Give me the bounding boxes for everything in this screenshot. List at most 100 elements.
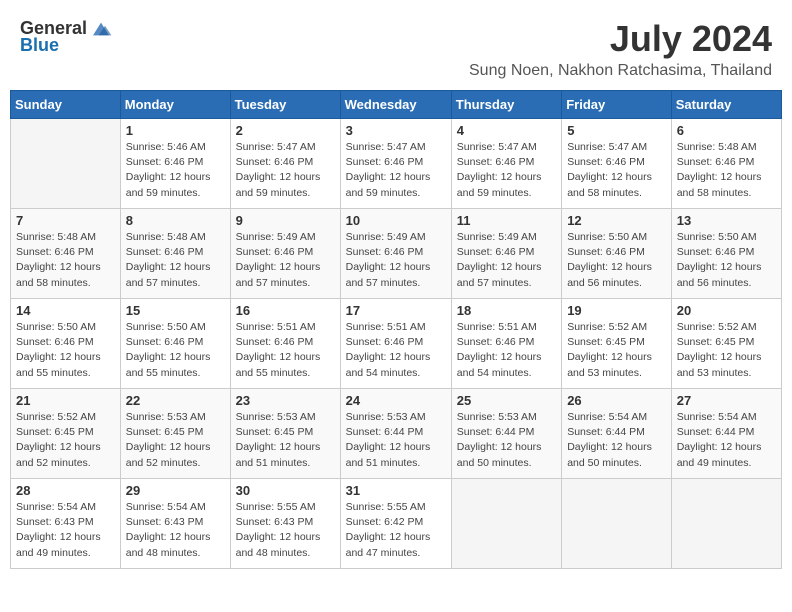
header-monday: Monday bbox=[120, 91, 230, 119]
day-info: Sunrise: 5:47 AMSunset: 6:46 PMDaylight:… bbox=[567, 140, 666, 201]
day-info: Sunrise: 5:50 AMSunset: 6:46 PMDaylight:… bbox=[126, 320, 225, 381]
day-info: Sunrise: 5:52 AMSunset: 6:45 PMDaylight:… bbox=[16, 410, 115, 471]
day-number: 4 bbox=[457, 123, 556, 138]
day-info: Sunrise: 5:54 AMSunset: 6:44 PMDaylight:… bbox=[677, 410, 776, 471]
day-number: 2 bbox=[236, 123, 335, 138]
day-info: Sunrise: 5:47 AMSunset: 6:46 PMDaylight:… bbox=[346, 140, 446, 201]
day-info: Sunrise: 5:49 AMSunset: 6:46 PMDaylight:… bbox=[457, 230, 556, 291]
day-number: 27 bbox=[677, 393, 776, 408]
calendar-cell: 3 Sunrise: 5:47 AMSunset: 6:46 PMDaylight… bbox=[340, 119, 451, 209]
calendar-cell: 23 Sunrise: 5:53 AMSunset: 6:45 PMDayligh… bbox=[230, 389, 340, 479]
month-year-title: July 2024 bbox=[469, 18, 772, 60]
day-number: 13 bbox=[677, 213, 776, 228]
day-number: 3 bbox=[346, 123, 446, 138]
day-info: Sunrise: 5:53 AMSunset: 6:45 PMDaylight:… bbox=[236, 410, 335, 471]
day-info: Sunrise: 5:51 AMSunset: 6:46 PMDaylight:… bbox=[346, 320, 446, 381]
calendar-cell: 21 Sunrise: 5:52 AMSunset: 6:45 PMDayligh… bbox=[11, 389, 121, 479]
day-number: 24 bbox=[346, 393, 446, 408]
day-info: Sunrise: 5:54 AMSunset: 6:43 PMDaylight:… bbox=[16, 500, 115, 561]
day-number: 7 bbox=[16, 213, 115, 228]
day-info: Sunrise: 5:48 AMSunset: 6:46 PMDaylight:… bbox=[16, 230, 115, 291]
day-number: 12 bbox=[567, 213, 666, 228]
calendar-cell: 1 Sunrise: 5:46 AMSunset: 6:46 PMDaylight… bbox=[120, 119, 230, 209]
day-info: Sunrise: 5:55 AMSunset: 6:42 PMDaylight:… bbox=[346, 500, 446, 561]
day-number: 29 bbox=[126, 483, 225, 498]
calendar-week-row: 28 Sunrise: 5:54 AMSunset: 6:43 PMDayligh… bbox=[11, 479, 782, 569]
calendar-cell: 16 Sunrise: 5:51 AMSunset: 6:46 PMDayligh… bbox=[230, 299, 340, 389]
day-number: 9 bbox=[236, 213, 335, 228]
calendar-cell: 28 Sunrise: 5:54 AMSunset: 6:43 PMDayligh… bbox=[11, 479, 121, 569]
calendar-cell: 20 Sunrise: 5:52 AMSunset: 6:45 PMDayligh… bbox=[671, 299, 781, 389]
calendar-cell bbox=[451, 479, 561, 569]
header-wednesday: Wednesday bbox=[340, 91, 451, 119]
day-number: 28 bbox=[16, 483, 115, 498]
day-info: Sunrise: 5:53 AMSunset: 6:45 PMDaylight:… bbox=[126, 410, 225, 471]
day-info: Sunrise: 5:54 AMSunset: 6:44 PMDaylight:… bbox=[567, 410, 666, 471]
day-number: 19 bbox=[567, 303, 666, 318]
calendar-cell: 29 Sunrise: 5:54 AMSunset: 6:43 PMDayligh… bbox=[120, 479, 230, 569]
day-info: Sunrise: 5:51 AMSunset: 6:46 PMDaylight:… bbox=[457, 320, 556, 381]
title-area: July 2024 Sung Noen, Nakhon Ratchasima, … bbox=[469, 18, 772, 80]
calendar-header-row: SundayMondayTuesdayWednesdayThursdayFrid… bbox=[11, 91, 782, 119]
calendar-cell: 30Sunrise: 5:55 AMSunset: 6:43 PMDayligh… bbox=[230, 479, 340, 569]
calendar-cell bbox=[562, 479, 672, 569]
day-info: Sunrise: 5:55 AMSunset: 6:43 PMDaylight:… bbox=[236, 500, 335, 561]
calendar-cell: 7 Sunrise: 5:48 AMSunset: 6:46 PMDaylight… bbox=[11, 209, 121, 299]
day-info: Sunrise: 5:47 AMSunset: 6:46 PMDaylight:… bbox=[457, 140, 556, 201]
day-info: Sunrise: 5:48 AMSunset: 6:46 PMDaylight:… bbox=[677, 140, 776, 201]
day-info: Sunrise: 5:50 AMSunset: 6:46 PMDaylight:… bbox=[567, 230, 666, 291]
header: General Blue July 2024 Sung Noen, Nakhon… bbox=[10, 10, 782, 84]
calendar-cell: 25Sunrise: 5:53 AMSunset: 6:44 PMDayligh… bbox=[451, 389, 561, 479]
calendar-cell bbox=[671, 479, 781, 569]
calendar-cell: 24Sunrise: 5:53 AMSunset: 6:44 PMDayligh… bbox=[340, 389, 451, 479]
header-thursday: Thursday bbox=[451, 91, 561, 119]
calendar-cell: 14 Sunrise: 5:50 AMSunset: 6:46 PMDayligh… bbox=[11, 299, 121, 389]
day-number: 20 bbox=[677, 303, 776, 318]
header-sunday: Sunday bbox=[11, 91, 121, 119]
day-number: 25 bbox=[457, 393, 556, 408]
calendar-cell: 31Sunrise: 5:55 AMSunset: 6:42 PMDayligh… bbox=[340, 479, 451, 569]
day-number: 18 bbox=[457, 303, 556, 318]
day-info: Sunrise: 5:49 AMSunset: 6:46 PMDaylight:… bbox=[236, 230, 335, 291]
day-info: Sunrise: 5:54 AMSunset: 6:43 PMDaylight:… bbox=[126, 500, 225, 561]
day-number: 1 bbox=[126, 123, 225, 138]
logo-icon bbox=[89, 19, 113, 39]
calendar-cell: 8Sunrise: 5:48 AMSunset: 6:46 PMDaylight… bbox=[120, 209, 230, 299]
day-number: 5 bbox=[567, 123, 666, 138]
day-info: Sunrise: 5:46 AMSunset: 6:46 PMDaylight:… bbox=[126, 140, 225, 201]
day-number: 21 bbox=[16, 393, 115, 408]
calendar-cell: 9 Sunrise: 5:49 AMSunset: 6:46 PMDaylight… bbox=[230, 209, 340, 299]
calendar-week-row: 14 Sunrise: 5:50 AMSunset: 6:46 PMDayligh… bbox=[11, 299, 782, 389]
day-info: Sunrise: 5:52 AMSunset: 6:45 PMDaylight:… bbox=[677, 320, 776, 381]
logo: General Blue bbox=[20, 18, 113, 56]
logo-blue: Blue bbox=[20, 35, 59, 56]
day-number: 11 bbox=[457, 213, 556, 228]
day-info: Sunrise: 5:50 AMSunset: 6:46 PMDaylight:… bbox=[677, 230, 776, 291]
calendar-cell: 27 Sunrise: 5:54 AMSunset: 6:44 PMDayligh… bbox=[671, 389, 781, 479]
location-subtitle: Sung Noen, Nakhon Ratchasima, Thailand bbox=[469, 62, 772, 80]
calendar-week-row: 21 Sunrise: 5:52 AMSunset: 6:45 PMDayligh… bbox=[11, 389, 782, 479]
header-tuesday: Tuesday bbox=[230, 91, 340, 119]
header-saturday: Saturday bbox=[671, 91, 781, 119]
calendar-week-row: 7 Sunrise: 5:48 AMSunset: 6:46 PMDaylight… bbox=[11, 209, 782, 299]
calendar-cell: 22 Sunrise: 5:53 AMSunset: 6:45 PMDayligh… bbox=[120, 389, 230, 479]
calendar-cell: 12 Sunrise: 5:50 AMSunset: 6:46 PMDayligh… bbox=[562, 209, 672, 299]
day-number: 14 bbox=[16, 303, 115, 318]
calendar-cell: 6 Sunrise: 5:48 AMSunset: 6:46 PMDaylight… bbox=[671, 119, 781, 209]
day-info: Sunrise: 5:47 AMSunset: 6:46 PMDaylight:… bbox=[236, 140, 335, 201]
day-info: Sunrise: 5:51 AMSunset: 6:46 PMDaylight:… bbox=[236, 320, 335, 381]
day-number: 22 bbox=[126, 393, 225, 408]
day-number: 26 bbox=[567, 393, 666, 408]
day-info: Sunrise: 5:50 AMSunset: 6:46 PMDaylight:… bbox=[16, 320, 115, 381]
day-number: 16 bbox=[236, 303, 335, 318]
calendar-cell: 10Sunrise: 5:49 AMSunset: 6:46 PMDayligh… bbox=[340, 209, 451, 299]
day-number: 10 bbox=[346, 213, 446, 228]
calendar-cell: 19Sunrise: 5:52 AMSunset: 6:45 PMDayligh… bbox=[562, 299, 672, 389]
calendar-cell: 15 Sunrise: 5:50 AMSunset: 6:46 PMDayligh… bbox=[120, 299, 230, 389]
calendar-cell: 5 Sunrise: 5:47 AMSunset: 6:46 PMDaylight… bbox=[562, 119, 672, 209]
day-number: 15 bbox=[126, 303, 225, 318]
day-number: 23 bbox=[236, 393, 335, 408]
day-number: 6 bbox=[677, 123, 776, 138]
calendar-cell: 18 Sunrise: 5:51 AMSunset: 6:46 PMDayligh… bbox=[451, 299, 561, 389]
day-info: Sunrise: 5:48 AMSunset: 6:46 PMDaylight:… bbox=[126, 230, 225, 291]
